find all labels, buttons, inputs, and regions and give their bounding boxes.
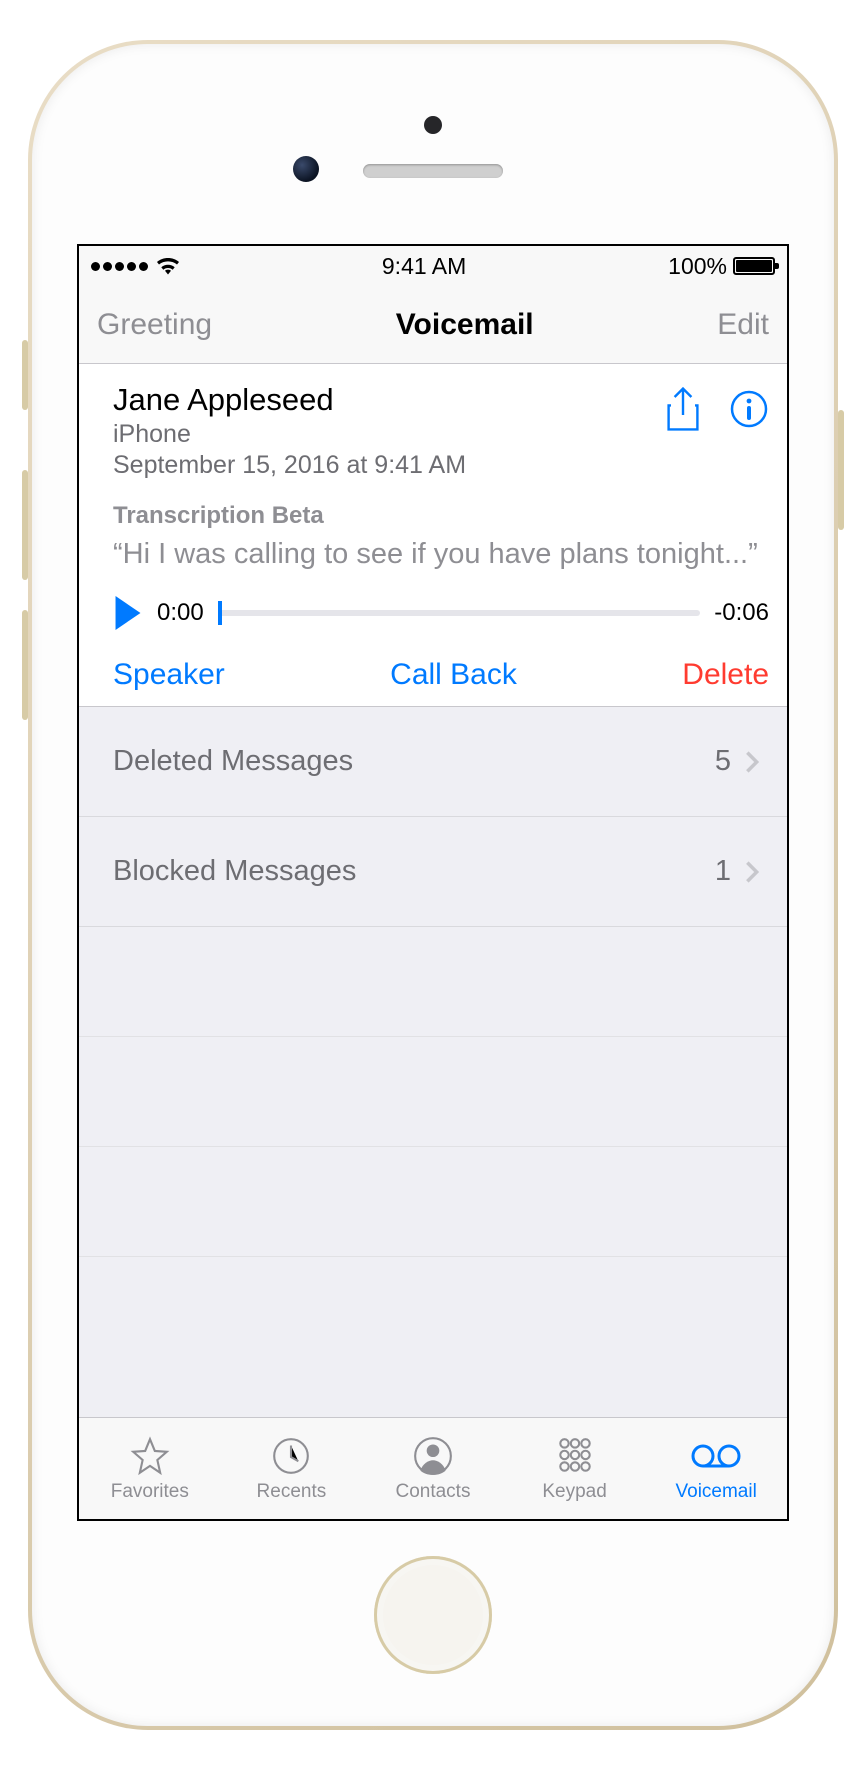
caller-device: iPhone: [113, 420, 466, 449]
share-icon[interactable]: [665, 386, 701, 432]
tab-label: Keypad: [542, 1481, 606, 1503]
volume-down: [22, 610, 28, 720]
status-bar: 9:41 AM 100%: [79, 246, 787, 286]
empty-row: [79, 1037, 787, 1147]
tab-label: Voicemail: [676, 1481, 757, 1503]
voicemail-item[interactable]: Jane Appleseed iPhone September 15, 2016…: [79, 364, 787, 707]
nav-bar: Greeting Voicemail Edit: [79, 286, 787, 364]
person-icon: [412, 1435, 454, 1477]
screen: 9:41 AM 100% Greeting Voicemail Edit: [77, 244, 789, 1521]
tab-label: Recents: [257, 1481, 327, 1503]
tab-label: Favorites: [111, 1481, 189, 1503]
tab-voicemail[interactable]: Voicemail: [645, 1418, 787, 1519]
speaker-button[interactable]: Speaker: [113, 658, 225, 692]
row-label: Blocked Messages: [113, 855, 356, 888]
transcription-text: “Hi I was calling to see if you have pla…: [113, 536, 769, 572]
keypad-icon: [554, 1435, 596, 1477]
greeting-button[interactable]: Greeting: [97, 308, 212, 342]
tab-label: Contacts: [395, 1481, 470, 1503]
tab-favorites[interactable]: Favorites: [79, 1418, 221, 1519]
row-count: 5: [715, 745, 731, 778]
tab-keypad[interactable]: Keypad: [504, 1418, 646, 1519]
status-time: 9:41 AM: [382, 253, 466, 280]
battery-icon: [733, 257, 775, 275]
scrub-handle[interactable]: [218, 601, 222, 625]
power-button: [838, 410, 844, 530]
wifi-icon: [156, 257, 180, 275]
earpiece: [363, 164, 503, 178]
home-button[interactable]: [374, 1556, 492, 1674]
voicemail-icon: [690, 1435, 742, 1477]
empty-row: [79, 927, 787, 1037]
tab-bar: Favorites Recents Contacts: [79, 1417, 787, 1519]
device-frame: 9:41 AM 100% Greeting Voicemail Edit: [28, 40, 838, 1730]
scrubber[interactable]: [218, 610, 701, 616]
tab-recents[interactable]: Recents: [221, 1418, 363, 1519]
mute-switch: [22, 340, 28, 410]
delete-button[interactable]: Delete: [682, 658, 769, 692]
row-count: 1: [715, 855, 731, 888]
caller-name: Jane Appleseed: [113, 382, 466, 418]
row-label: Deleted Messages: [113, 745, 353, 778]
blocked-messages-row[interactable]: Blocked Messages 1: [79, 817, 787, 927]
empty-row: [79, 1147, 787, 1257]
elapsed-time: 0:00: [157, 599, 204, 627]
list: Deleted Messages 5 Blocked Messages 1: [79, 707, 787, 1417]
play-icon[interactable]: [113, 596, 143, 630]
call-date: September 15, 2016 at 9:41 AM: [113, 451, 466, 480]
page-title: Voicemail: [396, 308, 534, 342]
volume-up: [22, 470, 28, 580]
sensor-dot: [424, 116, 442, 134]
signal-icon: [91, 262, 148, 271]
deleted-messages-row[interactable]: Deleted Messages 5: [79, 707, 787, 817]
call-back-button[interactable]: Call Back: [390, 658, 517, 692]
clock-icon: [270, 1435, 312, 1477]
info-icon[interactable]: [729, 389, 769, 429]
device-bezel: 9:41 AM 100% Greeting Voicemail Edit: [32, 44, 834, 1726]
audio-player: 0:00 -0:06: [113, 596, 769, 630]
front-camera: [293, 156, 319, 182]
edit-button[interactable]: Edit: [717, 308, 769, 342]
remaining-time: -0:06: [714, 599, 769, 627]
chevron-right-icon: [745, 860, 759, 884]
battery-percent: 100%: [668, 253, 727, 280]
transcription-label: Transcription Beta: [113, 502, 769, 530]
star-icon: [129, 1435, 171, 1477]
tab-contacts[interactable]: Contacts: [362, 1418, 504, 1519]
chevron-right-icon: [745, 750, 759, 774]
